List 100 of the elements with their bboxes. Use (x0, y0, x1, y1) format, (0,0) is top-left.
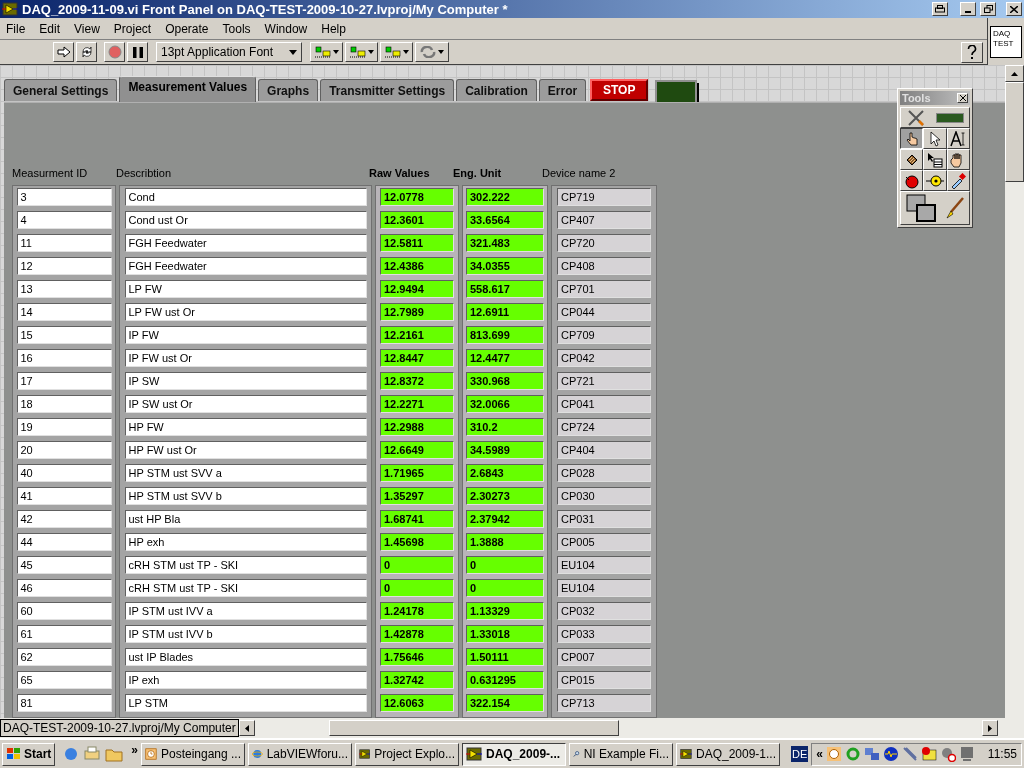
text-field[interactable]: IP STM ust IVV b (124, 625, 367, 643)
text-field[interactable]: 3 (16, 188, 112, 206)
text-field[interactable]: FGH Feedwater (124, 234, 367, 252)
menu-item[interactable]: Edit (39, 19, 61, 38)
text-field[interactable]: ust IP Blades (124, 648, 367, 666)
text-field[interactable]: HP exh (124, 533, 367, 551)
text-field[interactable]: HP FW (124, 418, 367, 436)
text-field[interactable]: 62 (16, 648, 112, 666)
resize-objects-button[interactable] (380, 42, 413, 62)
taskbar-button[interactable]: DAQ_2009-1... (676, 742, 781, 766)
text-field[interactable]: LP FW ust Or (124, 303, 367, 321)
text-field[interactable]: cRH STM ust TP - SKI (124, 579, 367, 597)
text-field[interactable]: CP031 (557, 510, 651, 528)
text-field[interactable]: FGH Feedwater (124, 257, 367, 275)
text-field[interactable]: CP719 (557, 188, 651, 206)
abort-button[interactable] (104, 42, 125, 62)
tray-chevron[interactable]: « (816, 745, 823, 763)
close-button[interactable] (957, 93, 968, 103)
print-button[interactable] (932, 2, 948, 16)
text-field[interactable]: CP042 (557, 349, 651, 367)
text-field[interactable]: Cond ust Or (124, 211, 367, 229)
font-dropdown[interactable]: 13pt Application Font (156, 42, 302, 62)
run-button[interactable] (53, 42, 74, 62)
text-field[interactable]: EU104 (557, 579, 651, 597)
scrollbar-thumb[interactable] (1005, 82, 1024, 182)
language-indicator[interactable]: DE (791, 746, 809, 762)
text-field[interactable]: CP015 (557, 671, 651, 689)
taskbar-button[interactable]: NI Example Fi... (569, 742, 674, 766)
taskbar-button[interactable]: DAQ_2009-... (462, 742, 567, 766)
text-field[interactable]: 44 (16, 533, 112, 551)
more-chevron[interactable]: » (131, 741, 139, 759)
text-field[interactable]: CP408 (557, 257, 651, 275)
scrollbar-thumb[interactable] (328, 720, 619, 736)
automatic-tool-button[interactable] (900, 107, 970, 128)
menu-item[interactable]: Operate (165, 19, 209, 38)
text-field[interactable]: 42 (16, 510, 112, 528)
text-field[interactable]: CP713 (557, 694, 651, 712)
text-field[interactable]: CP721 (557, 372, 651, 390)
taskbar-button[interactable]: LabVIEWforu... (248, 742, 353, 766)
minimize-button[interactable] (960, 2, 976, 16)
menu-item[interactable]: Project (113, 19, 152, 38)
text-field[interactable]: ust HP Bla (124, 510, 367, 528)
text-field[interactable]: 81 (16, 694, 112, 712)
text-field[interactable]: 19 (16, 418, 112, 436)
text-field[interactable]: 15 (16, 326, 112, 344)
text-field[interactable]: CP709 (557, 326, 651, 344)
text-field[interactable]: 18 (16, 395, 112, 413)
text-field[interactable]: 41 (16, 487, 112, 505)
text-field[interactable]: 16 (16, 349, 112, 367)
text-field[interactable]: 17 (16, 372, 112, 390)
text-field[interactable]: cRH STM ust TP - SKI (124, 556, 367, 574)
text-field[interactable]: Cond (124, 188, 367, 206)
tab[interactable]: Calibration (456, 79, 537, 101)
run-continuously-button[interactable] (76, 42, 97, 62)
text-field[interactable]: 45 (16, 556, 112, 574)
tab[interactable]: Graphs (258, 79, 319, 101)
menu-item[interactable]: View (74, 19, 100, 38)
text-field[interactable]: IP STM ust IVV a (124, 602, 367, 620)
text-field[interactable]: 46 (16, 579, 112, 597)
text-field[interactable]: CP032 (557, 602, 651, 620)
text-field[interactable]: IP FW (124, 326, 367, 344)
menu-item[interactable]: Help (321, 19, 346, 38)
text-field[interactable]: CP701 (557, 280, 651, 298)
text-field[interactable]: CP041 (557, 395, 651, 413)
text-field[interactable]: CP033 (557, 625, 651, 643)
text-field[interactable]: 13 (16, 280, 112, 298)
text-field[interactable]: CP028 (557, 464, 651, 482)
text-field[interactable]: EU104 (557, 556, 651, 574)
vertical-scrollbar[interactable] (1005, 65, 1024, 718)
text-field[interactable]: LP STM (124, 694, 367, 712)
text-field[interactable]: IP SW (124, 372, 367, 390)
text-field[interactable]: IP exh (124, 671, 367, 689)
pause-button[interactable] (127, 42, 148, 62)
text-field[interactable]: CP724 (557, 418, 651, 436)
coloring-tool-button[interactable] (900, 191, 970, 225)
text-field[interactable]: 61 (16, 625, 112, 643)
text-field[interactable]: LP FW (124, 280, 367, 298)
text-field[interactable]: CP030 (557, 487, 651, 505)
menu-item[interactable]: File (6, 19, 26, 38)
text-field[interactable]: CP005 (557, 533, 651, 551)
text-field[interactable]: 60 (16, 602, 112, 620)
start-button[interactable]: Start (2, 742, 56, 766)
text-field[interactable]: CP044 (557, 303, 651, 321)
text-field[interactable]: 11 (16, 234, 112, 252)
distribute-objects-button[interactable] (345, 42, 378, 62)
restore-button[interactable] (980, 2, 996, 16)
text-field[interactable]: CP720 (557, 234, 651, 252)
text-field[interactable]: HP FW ust Or (124, 441, 367, 459)
taskbar-button[interactable]: Posteingang ... (141, 742, 246, 766)
text-field[interactable]: CP404 (557, 441, 651, 459)
menu-item[interactable]: Tools (222, 19, 251, 38)
text-field[interactable]: CP407 (557, 211, 651, 229)
help-button[interactable] (961, 41, 983, 63)
text-field[interactable]: 14 (16, 303, 112, 321)
taskbar-button[interactable]: Project Explo... (355, 742, 460, 766)
reorder-button[interactable] (415, 42, 449, 62)
text-field[interactable]: 12 (16, 257, 112, 275)
text-field[interactable]: HP STM ust SVV a (124, 464, 367, 482)
stop-button[interactable]: STOP (590, 79, 649, 101)
text-field[interactable]: IP SW ust Or (124, 395, 367, 413)
